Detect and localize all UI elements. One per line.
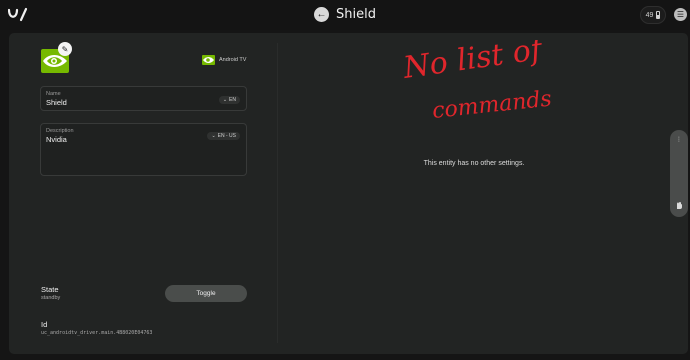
chevron-down-icon: ⌄ — [211, 133, 216, 139]
menu-button[interactable]: ☰ — [674, 8, 687, 21]
state-value: standby — [41, 295, 61, 301]
page-title: Shield — [336, 7, 376, 22]
description-field-value[interactable]: Nvidia — [46, 135, 67, 144]
annotation-line-1: No list of — [400, 40, 549, 86]
name-field-label: Name — [46, 91, 61, 97]
description-field[interactable]: Description Nvidia ⌄ EN - US — [40, 123, 247, 176]
back-button[interactable]: ← — [314, 7, 329, 22]
id-value: uc_androidtv_driver.main.4B8020E04763 — [41, 330, 153, 336]
entity-details: ✎ Android TV Name Shield ⌄ EN Descriptio… — [9, 33, 277, 354]
toggle-button[interactable]: Toggle — [165, 285, 247, 302]
platform-label: Android TV — [219, 57, 247, 63]
name-field-value[interactable]: Shield — [46, 98, 67, 107]
handwritten-annotation: No list of commands — [400, 40, 553, 124]
battery-indicator: 49 — [640, 6, 666, 24]
chevron-down-icon: ⌄ — [222, 97, 228, 103]
menu-icon: ☰ — [676, 10, 685, 19]
battery-icon — [656, 11, 661, 19]
top-bar: ← Shield 49 ☰ — [0, 0, 690, 30]
hand-pointer-icon — [677, 202, 682, 209]
app-logo-icon[interactable] — [8, 7, 28, 23]
nvidia-small-icon — [202, 55, 215, 65]
pencil-icon: ✎ — [61, 44, 69, 54]
edit-icon-button[interactable]: ✎ — [58, 42, 72, 56]
description-field-label: Description — [46, 128, 74, 134]
name-language-badge[interactable]: ⌄ EN — [218, 96, 240, 104]
battery-level: 49 — [645, 11, 654, 19]
side-scroll-handle[interactable]: ⋮ — [670, 130, 688, 217]
description-language-badge[interactable]: ⌄ EN - US — [207, 132, 240, 140]
no-settings-message: This entity has no other settings. — [423, 160, 525, 167]
platform-tag: Android TV — [202, 55, 246, 65]
entity-panel: ✎ Android TV Name Shield ⌄ EN Descriptio… — [9, 33, 688, 354]
arrow-left-icon: ← — [316, 8, 327, 20]
annotation-line-2: commands — [431, 87, 553, 124]
more-vertical-icon: ⋮ — [676, 137, 682, 143]
column-divider — [277, 43, 278, 343]
name-field[interactable]: Name Shield ⌄ EN — [40, 86, 247, 111]
state-label: State — [41, 285, 59, 294]
id-label: Id — [41, 320, 48, 329]
